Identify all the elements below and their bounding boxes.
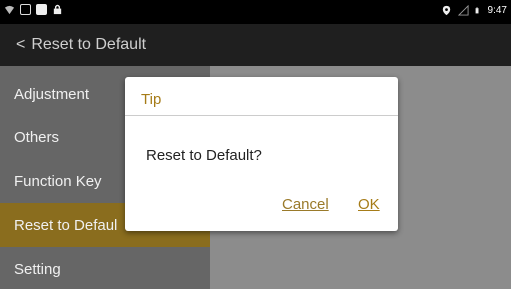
location-icon [442, 5, 450, 16]
back-chevron-icon[interactable]: < [16, 36, 25, 54]
sidebar-item-setting[interactable]: Setting [0, 247, 210, 289]
image-icon [20, 4, 31, 15]
dialog-title: Tip [141, 91, 162, 108]
sidebar-item-label: Setting [14, 260, 61, 278]
cancel-button[interactable]: Cancel [282, 196, 329, 213]
status-bar: 9:47 [0, 0, 511, 24]
dialog-divider [125, 115, 398, 116]
ok-button[interactable]: OK [358, 196, 380, 213]
sidebar-item-label: Function Key [14, 172, 102, 190]
signal-icon [457, 5, 469, 16]
reset-dialog: Tip Reset to Default? Cancel OK [125, 77, 398, 231]
status-left-icons [4, 4, 63, 15]
action-bar-title: Reset to Default [31, 36, 147, 53]
status-time: 9:47 [487, 5, 507, 16]
wifi-icon [4, 5, 15, 15]
sidebar-item-label: Reset to Defaul [14, 216, 118, 234]
sidebar-item-label: Adjustment [14, 85, 90, 103]
action-bar: < Reset to Default [0, 24, 511, 66]
dialog-message: Reset to Default? [146, 147, 262, 164]
battery-icon [475, 7, 479, 14]
square-icon [36, 4, 47, 15]
lock-icon [53, 4, 62, 15]
sidebar-item-label: Others [14, 128, 60, 146]
status-right-icons: 9:47 [441, 5, 507, 16]
